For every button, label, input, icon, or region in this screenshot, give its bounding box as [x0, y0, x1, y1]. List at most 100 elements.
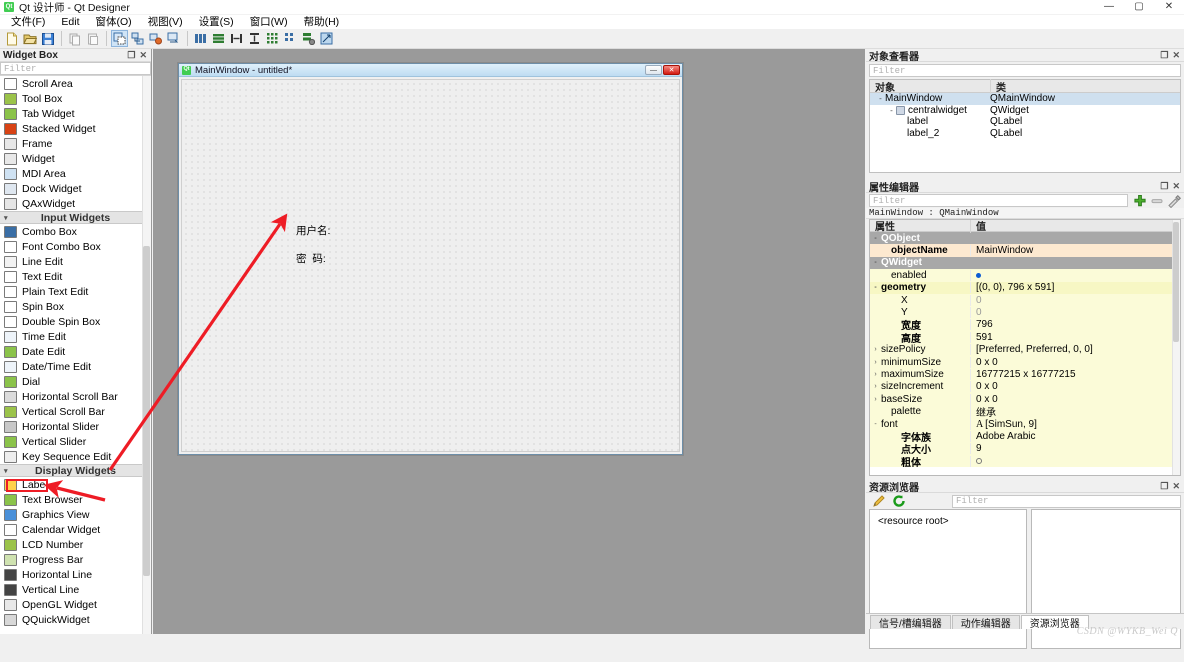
property-row-minimumSize[interactable]: › minimumSize 0 x 0: [870, 355, 1180, 369]
widget-item-key-sequence-edit[interactable]: Key Sequence Edit: [0, 449, 151, 464]
property-row-enabled[interactable]: enabled: [870, 269, 1180, 282]
minus-icon[interactable]: [1150, 197, 1164, 205]
property-editor-filter-input[interactable]: Filter: [869, 194, 1128, 207]
expand-collapse-icon[interactable]: ›: [870, 359, 881, 366]
undock-icon[interactable]: ❐: [1160, 50, 1168, 60]
new-form-button[interactable]: [3, 30, 20, 47]
open-form-button[interactable]: [21, 30, 38, 47]
property-value-cell[interactable]: 0: [970, 294, 1180, 306]
checkbox-unchecked-icon[interactable]: [976, 457, 982, 464]
object-inspector-filter-input[interactable]: Filter: [869, 64, 1181, 77]
widget-item-vertical-scroll-bar[interactable]: Vertical Scroll Bar: [0, 404, 151, 419]
widget-item-horizontal-slider[interactable]: Horizontal Slider: [0, 419, 151, 434]
scrollbar-thumb[interactable]: [143, 246, 150, 576]
property-row-QObject[interactable]: - QObject: [870, 232, 1180, 245]
property-value-cell[interactable]: 0 x 0: [970, 381, 1180, 393]
undock-icon[interactable]: ❐: [127, 50, 135, 60]
widget-item-date-edit[interactable]: Date Edit: [0, 344, 151, 359]
widget-item-graphics-view[interactable]: Graphics View: [0, 507, 151, 522]
widget-item-dial[interactable]: Dial: [0, 374, 151, 389]
property-row-sizeIncrement[interactable]: › sizeIncrement 0 x 0: [870, 380, 1180, 394]
password-label[interactable]: 密 码:: [296, 251, 326, 266]
close-icon[interactable]: ✕: [1172, 481, 1180, 491]
checkbox-checked-icon[interactable]: [976, 272, 981, 278]
layout-grid-button[interactable]: [264, 30, 281, 47]
edit-buddies-button[interactable]: [147, 30, 164, 47]
adjust-size-button[interactable]: [318, 30, 335, 47]
edit-signals-slots-button[interactable]: [129, 30, 146, 47]
widget-item-tool-box[interactable]: Tool Box: [0, 91, 151, 106]
widget-box-filter-input[interactable]: Filter: [0, 62, 151, 75]
close-button[interactable]: ✕: [1154, 0, 1184, 15]
expand-collapse-icon[interactable]: ›: [870, 371, 881, 378]
resource-browser-filter-input[interactable]: Filter: [952, 494, 1181, 508]
property-value-cell[interactable]: 9: [970, 443, 1180, 455]
property-grid[interactable]: 属性 值 - QObject objectName MainWindow - QWidge…: [869, 219, 1181, 476]
widget-category-9[interactable]: ▾ Input Widgets: [0, 211, 151, 224]
cut-button[interactable]: [66, 30, 83, 47]
widget-item-opengl-widget[interactable]: OpenGL Widget: [0, 597, 151, 612]
property-value-cell[interactable]: 796: [970, 319, 1180, 331]
configure-icon[interactable]: [1167, 194, 1181, 208]
property-value-cell[interactable]: Adobe Arabic: [970, 430, 1180, 442]
menu-item-2[interactable]: 窗体(O): [88, 15, 140, 29]
bottom-tab-0[interactable]: 信号/槽编辑器: [870, 615, 951, 630]
property-value-cell[interactable]: 0 x 0: [970, 356, 1180, 368]
pencil-icon[interactable]: [872, 494, 886, 508]
widget-item-qaxwidget[interactable]: QAxWidget: [0, 196, 151, 211]
form-minimize-button[interactable]: —: [645, 65, 662, 75]
widget-item-vertical-line[interactable]: Vertical Line: [0, 582, 151, 597]
form-window-title-bar[interactable]: Qt MainWindow - untitled* — ✕: [179, 64, 682, 77]
widget-item-tab-widget[interactable]: Tab Widget: [0, 106, 151, 121]
widget-item-line-edit[interactable]: Line Edit: [0, 254, 151, 269]
widget-item-text-browser[interactable]: Text Browser: [0, 492, 151, 507]
property-value-cell[interactable]: [(0, 0), 796 x 591]: [970, 282, 1180, 294]
design-workspace[interactable]: Qt MainWindow - untitled* — ✕ 用户名: 密 码:: [153, 49, 865, 634]
undock-icon[interactable]: ❐: [1160, 181, 1168, 191]
widget-item-text-edit[interactable]: Text Edit: [0, 269, 151, 284]
widget-item-mdi-area[interactable]: MDI Area: [0, 166, 151, 181]
object-inspector-tree[interactable]: 对象 类 - MainWindow QMainWindow - centralwidge…: [869, 78, 1181, 173]
expand-collapse-icon[interactable]: -: [870, 259, 881, 266]
property-value-cell[interactable]: [970, 269, 1180, 281]
widget-item-stacked-widget[interactable]: Stacked Widget: [0, 121, 151, 136]
property-value-cell[interactable]: [970, 455, 1180, 467]
widget-box-scrollbar[interactable]: [142, 76, 151, 634]
close-icon[interactable]: ✕: [1172, 50, 1180, 60]
form-window[interactable]: Qt MainWindow - untitled* — ✕ 用户名: 密 码:: [178, 63, 683, 455]
property-row-粗体[interactable]: 粗体: [870, 455, 1180, 469]
layout-splitter-h-button[interactable]: [228, 30, 245, 47]
property-row-X[interactable]: X0: [870, 293, 1180, 307]
widget-item-progress-bar[interactable]: Progress Bar: [0, 552, 151, 567]
widget-item-double-spin-box[interactable]: Double Spin Box: [0, 314, 151, 329]
property-row-sizePolicy[interactable]: › sizePolicy [Preferred, Preferred, 0, 0]: [870, 343, 1180, 356]
expand-collapse-icon[interactable]: ›: [870, 346, 881, 353]
form-canvas[interactable]: 用户名: 密 码:: [181, 79, 680, 452]
expand-collapse-icon[interactable]: -: [870, 421, 881, 428]
widget-item-label[interactable]: Label: [0, 477, 151, 492]
bottom-tab-1[interactable]: 动作编辑器: [951, 615, 1020, 630]
widget-item-horizontal-scroll-bar[interactable]: Horizontal Scroll Bar: [0, 389, 151, 404]
property-value-cell[interactable]: [Preferred, Preferred, 0, 0]: [970, 344, 1180, 356]
maximize-button[interactable]: ▢: [1124, 0, 1154, 15]
property-value-cell[interactable]: 591: [970, 331, 1180, 343]
widget-item-vertical-slider[interactable]: Vertical Slider: [0, 434, 151, 449]
menu-item-4[interactable]: 设置(S): [191, 15, 242, 29]
expand-collapse-icon[interactable]: ›: [870, 383, 881, 390]
widget-item-widget[interactable]: Widget: [0, 151, 151, 166]
expand-collapse-icon[interactable]: ›: [870, 396, 881, 403]
object-row-label_2[interactable]: label_2 QLabel: [870, 128, 1180, 140]
widget-item-qquickwidget[interactable]: QQuickWidget: [0, 612, 151, 627]
reload-icon[interactable]: [892, 494, 906, 508]
undock-icon[interactable]: ❐: [1160, 481, 1168, 491]
menu-item-1[interactable]: Edit: [53, 15, 87, 29]
object-row-label[interactable]: label QLabel: [870, 116, 1180, 128]
expand-collapse-icon[interactable]: -: [870, 235, 881, 242]
layout-form-button[interactable]: [282, 30, 299, 47]
property-value-cell[interactable]: 16777215 x 16777215: [970, 368, 1180, 380]
minimize-button[interactable]: —: [1094, 0, 1124, 15]
widget-item-date-time-edit[interactable]: Date/Time Edit: [0, 359, 151, 374]
property-row-palette[interactable]: palette 继承: [870, 404, 1180, 420]
widget-item-calendar-widget[interactable]: Calendar Widget: [0, 522, 151, 537]
widget-item-combo-box[interactable]: Combo Box: [0, 224, 151, 239]
